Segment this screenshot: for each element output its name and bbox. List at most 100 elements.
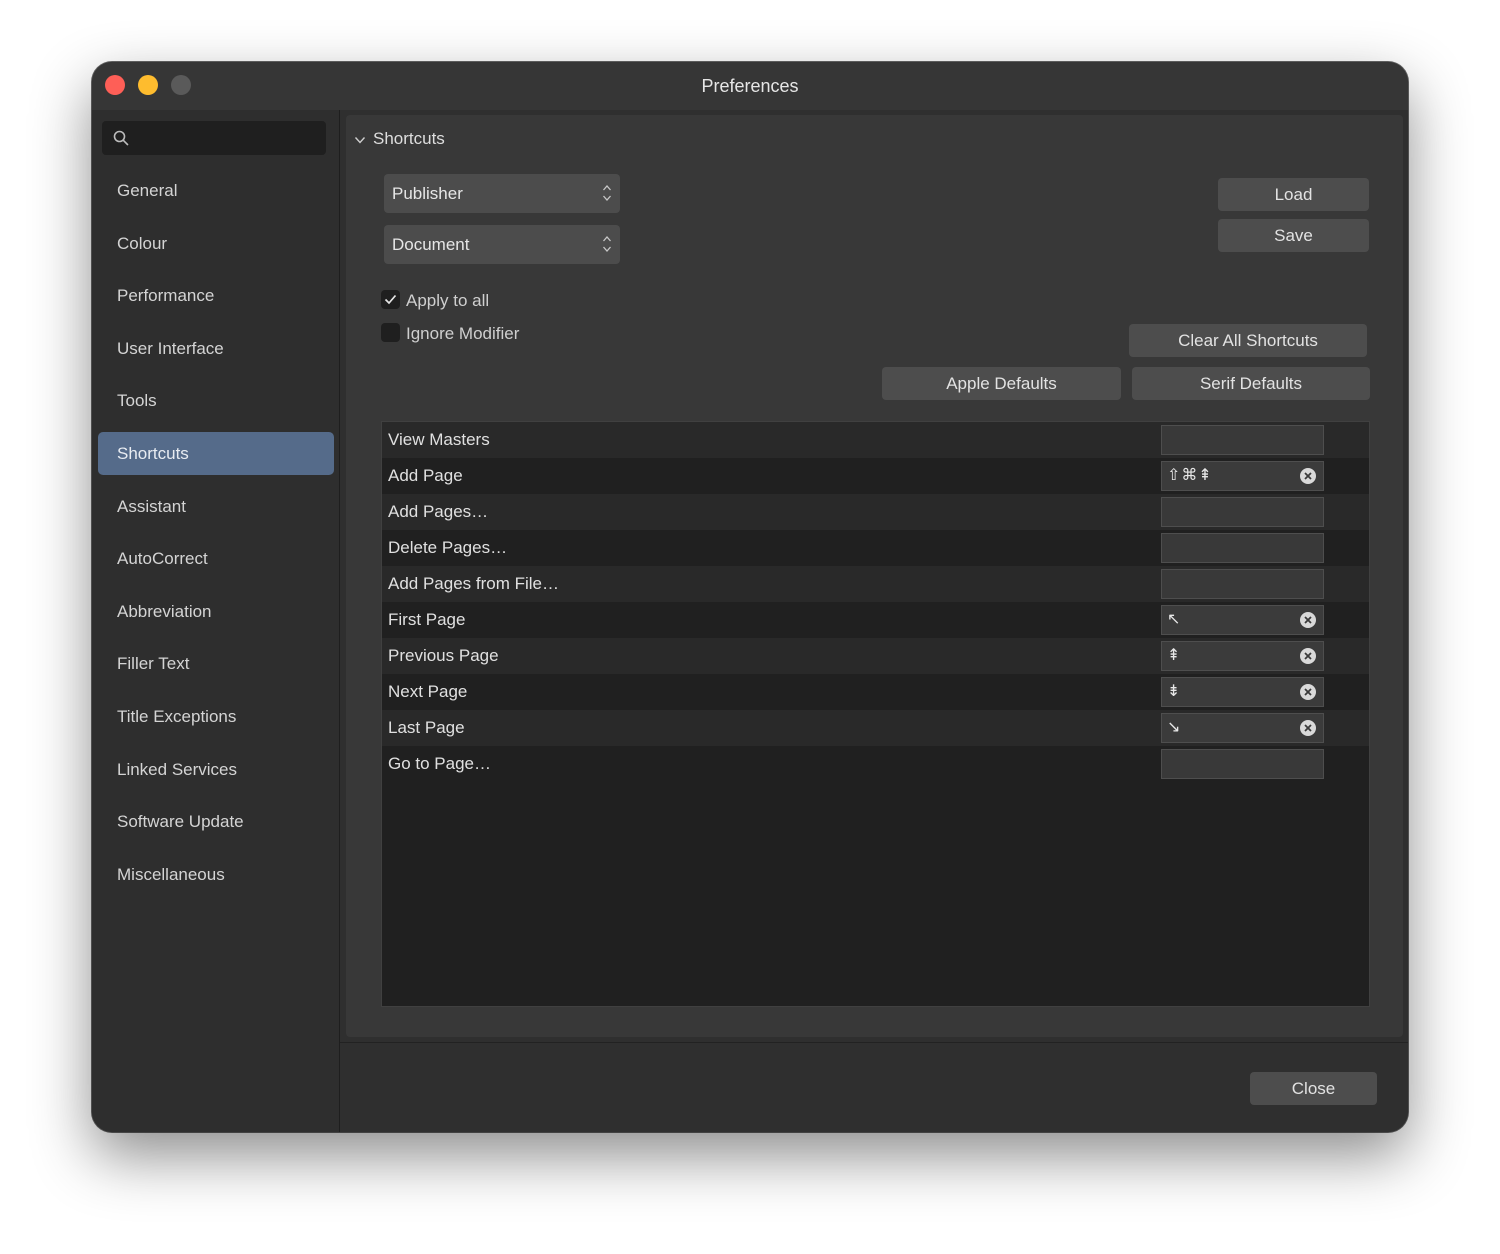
table-row[interactable]: Go to Page… [382,746,1369,782]
sidebar-item-autocorrect[interactable]: AutoCorrect [98,537,334,580]
shortcut-label: Previous Page [388,646,499,665]
ignore-modifier-checkbox[interactable]: Ignore Modifier [381,323,520,346]
sidebar-item-abbreviation[interactable]: Abbreviation [98,590,334,633]
shortcut-key-field[interactable]: ↘ [1161,713,1324,743]
sidebar-item-label: Linked Services [117,759,238,779]
app-select[interactable]: Publisher [384,174,620,213]
sidebar-item-label: Shortcuts [117,443,189,463]
sidebar-item-label: Miscellaneous [117,864,225,884]
title-bar[interactable]: Preferences [92,62,1408,110]
shortcut-key-field[interactable] [1161,425,1324,455]
table-row[interactable]: Delete Pages… [382,530,1369,566]
sidebar-item-label: Filler Text [117,654,190,674]
sidebar-item-assistant[interactable]: Assistant [98,485,334,528]
table-row[interactable]: View Masters [382,422,1369,458]
sidebar-item-label: Assistant [117,496,186,516]
table-row[interactable]: Add Pages from File… [382,566,1369,602]
table-row[interactable]: Last Page ↘ [382,710,1369,746]
footer-divider [340,1042,1408,1043]
sidebar-item-label: User Interface [117,338,224,358]
apply-to-all-label: Apply to all [406,291,490,310]
sidebar: General Colour Performance User Interfac… [92,110,340,1132]
sidebar-item-label: Performance [117,286,215,306]
shortcut-label: Delete Pages… [388,538,508,557]
search-input[interactable] [102,121,326,155]
shortcut-key-field[interactable] [1161,497,1324,527]
sidebar-item-performance[interactable]: Performance [98,274,334,317]
apply-to-all-checkbox[interactable]: Apply to all [381,290,490,313]
table-row[interactable]: First Page ↖ [382,602,1369,638]
section-title: Shortcuts [373,129,445,148]
shortcut-label: View Masters [388,430,490,449]
shortcut-key-field[interactable]: ↖ [1161,605,1324,635]
chevron-down-icon [354,136,366,144]
sidebar-item-label: General [117,181,178,200]
ignore-modifier-label: Ignore Modifier [406,324,520,343]
sidebar-item-shortcuts[interactable]: Shortcuts [98,431,334,475]
sidebar-item-filler-text[interactable]: Filler Text [98,642,334,685]
sidebar-item-linked-services[interactable]: Linked Services [98,748,334,791]
sidebar-item-software-update[interactable]: Software Update [98,800,334,843]
checkbox-checked[interactable] [381,290,400,310]
clear-shortcut-icon[interactable] [1299,647,1317,665]
shortcut-label: Add Pages… [388,502,489,521]
sidebar-item-colour[interactable]: Colour [98,222,334,265]
load-button[interactable]: Load [1218,178,1369,211]
sidebar-item-label: Abbreviation [117,601,212,621]
sidebar-item-user-interface[interactable]: User Interface [98,327,334,370]
shortcuts-panel: Shortcuts Publisher Document Load Save A… [346,115,1403,1037]
shortcut-key: ⇟ [1167,683,1182,700]
sidebar-item-label: AutoCorrect [117,549,208,569]
shortcut-label: Next Page [388,682,468,701]
clear-shortcut-icon[interactable] [1299,683,1317,701]
shortcut-key-field[interactable]: ⇞ [1161,641,1324,671]
sidebar-item-label: Tools [117,391,157,411]
shortcut-key-field[interactable] [1161,569,1324,599]
table-row[interactable]: Add Pages… [382,494,1369,530]
checkmark-icon [384,294,397,305]
sidebar-item-general[interactable]: General [98,169,334,212]
search-icon [113,130,129,146]
shortcut-key: ↘ [1167,719,1182,736]
shortcut-key: ⇞ [1167,647,1182,664]
clear-shortcut-icon[interactable] [1299,611,1317,629]
table-row[interactable]: Next Page ⇟ [382,674,1369,710]
window-title: Preferences [701,76,799,96]
shortcut-label: Last Page [388,718,465,737]
table-row[interactable]: Add Page ⇧⌘⇞ [382,458,1369,494]
shortcut-label: Add Page [388,466,463,485]
serif-defaults-button[interactable]: Serif Defaults [1132,367,1370,400]
shortcut-key-field[interactable] [1161,749,1324,779]
clear-shortcut-icon[interactable] [1299,467,1317,485]
context-select-value: Document [392,235,470,254]
sidebar-item-label: Colour [117,233,168,253]
clear-shortcut-icon[interactable] [1299,719,1317,737]
sidebar-item-title-exceptions[interactable]: Title Exceptions [98,695,334,738]
context-select[interactable]: Document [384,225,620,264]
sidebar-item-tools[interactable]: Tools [98,379,334,422]
up-down-arrows-icon [603,185,611,201]
main-content: Shortcuts Publisher Document Load Save A… [340,110,1408,1132]
shortcut-key-field[interactable]: ⇧⌘⇞ [1161,461,1324,491]
clear-all-shortcuts-button[interactable]: Clear All Shortcuts [1129,324,1367,357]
app-select-value: Publisher [392,184,463,203]
shortcut-key: ↖ [1167,611,1182,628]
shortcut-label: Add Pages from File… [388,574,560,593]
shortcut-key-field[interactable]: ⇟ [1161,677,1324,707]
sidebar-item-label: Software Update [117,812,244,832]
close-button[interactable]: Close [1250,1072,1377,1105]
shortcut-key: ⇧⌘⇞ [1167,467,1213,484]
table-row[interactable]: Previous Page ⇞ [382,638,1369,674]
preferences-window: Preferences General Colour Performance U… [92,62,1408,1132]
sidebar-list: General Colour Performance User Interfac… [92,169,339,905]
shortcut-key-field[interactable] [1161,533,1324,563]
sidebar-item-miscellaneous[interactable]: Miscellaneous [98,853,334,896]
shortcut-label: Go to Page… [388,754,492,773]
checkbox-unchecked[interactable] [381,323,400,343]
sidebar-item-label: Title Exceptions [117,706,237,726]
save-button[interactable]: Save [1218,219,1369,252]
up-down-arrows-icon [603,236,611,252]
shortcuts-table: View Masters Add Page ⇧⌘⇞ Add Pages… Del… [381,421,1370,1007]
section-header[interactable]: Shortcuts [354,129,445,149]
apple-defaults-button[interactable]: Apple Defaults [882,367,1121,400]
